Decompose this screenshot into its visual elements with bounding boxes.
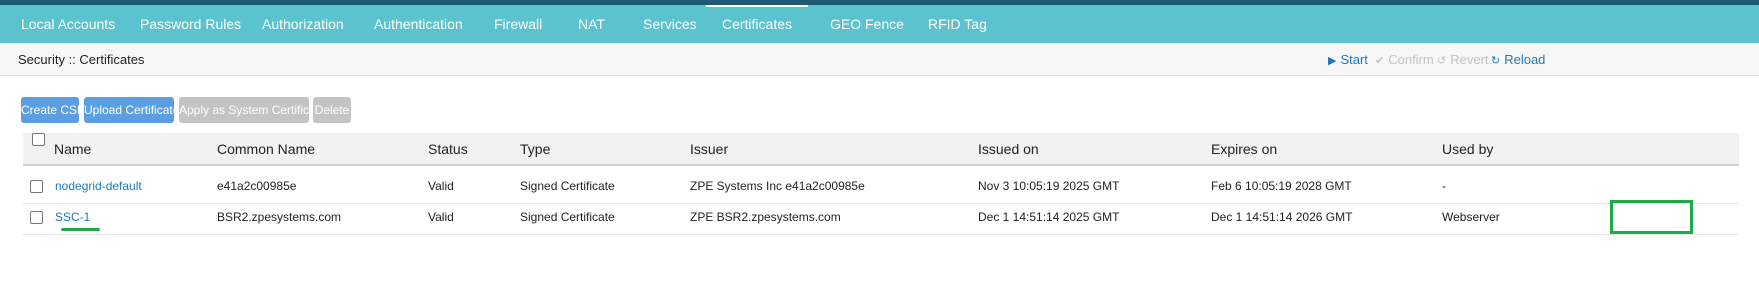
delete-button[interactable]: Delete [313, 97, 351, 123]
column-header-issuer[interactable]: Issuer [690, 133, 728, 166]
column-header-used-by[interactable]: Used by [1442, 133, 1493, 166]
select-all-checkbox[interactable] [32, 133, 45, 146]
column-header-type[interactable]: Type [520, 133, 550, 166]
tab-password-rules[interactable]: Password Rules [140, 5, 241, 43]
apply-system-certificate-button[interactable]: Apply as System Certificate [179, 97, 326, 123]
start-label: Start [1340, 52, 1368, 67]
column-header-name[interactable]: Name [54, 133, 91, 166]
confirm-button[interactable]: ✔ Confirm [1375, 43, 1434, 78]
tab-firewall[interactable]: Firewall [494, 5, 542, 43]
type-cell: Signed Certificate [520, 210, 615, 224]
issued-on-cell: Dec 1 14:51:14 2025 GMT [978, 210, 1120, 224]
check-icon: ✔ [1375, 55, 1385, 67]
table-row: SSC-1 BSR2.zpesystems.com Valid Signed C… [23, 199, 1739, 235]
expires-on-cell: Dec 1 14:51:14 2026 GMT [1211, 210, 1353, 224]
status-cell: Valid [428, 210, 454, 224]
revert-button[interactable]: ↺ Revert [1437, 43, 1489, 78]
table-header: Name Common Name Status Type Issuer Issu… [23, 133, 1739, 166]
tab-services[interactable]: Services [643, 5, 697, 43]
used-by-cell: Webserver [1442, 210, 1500, 224]
tab-rfid-tag[interactable]: RFID Tag [928, 5, 987, 43]
issuer-cell: ZPE BSR2.zpesystems.com [690, 210, 841, 224]
tab-authentication[interactable]: Authentication [374, 5, 463, 43]
tab-nat[interactable]: NAT [578, 5, 605, 43]
reload-icon: ↻ [1491, 55, 1501, 67]
column-header-expires-on[interactable]: Expires on [1211, 133, 1277, 166]
start-button[interactable]: ▶ Start [1328, 43, 1368, 78]
column-header-status[interactable]: Status [428, 133, 468, 166]
column-header-common-name[interactable]: Common Name [217, 133, 315, 166]
breadcrumb: Security :: Certificates [18, 52, 145, 67]
row-checkbox[interactable] [30, 180, 43, 193]
row-checkbox[interactable] [30, 211, 43, 224]
used-by-highlight-annotation [1610, 200, 1693, 234]
tab-local-accounts[interactable]: Local Accounts [21, 5, 115, 43]
reload-label: Reload [1504, 52, 1546, 67]
breadcrumb-bar: Security :: Certificates ▶ Start ✔ Confirm… [0, 43, 1759, 76]
confirm-label: Confirm [1388, 52, 1434, 67]
security-nav-bar: Local Accounts Password Rules Authorizat… [0, 5, 1759, 43]
tab-authorization[interactable]: Authorization [262, 5, 344, 43]
common-name-cell: BSR2.zpesystems.com [217, 210, 342, 224]
column-header-issued-on[interactable]: Issued on [978, 133, 1039, 166]
upload-certificate-button[interactable]: Upload Certificate [84, 97, 179, 123]
revert-icon: ↺ [1437, 55, 1447, 67]
name-underline-annotation [61, 228, 100, 231]
play-icon: ▶ [1328, 55, 1337, 67]
revert-label: Revert [1450, 52, 1489, 67]
tab-certificates[interactable]: Certificates [706, 5, 808, 43]
reload-button[interactable]: ↻ Reload [1491, 43, 1545, 78]
create-csr-button[interactable]: Create CSR [21, 97, 86, 123]
tab-geo-fence[interactable]: GEO Fence [830, 5, 904, 43]
